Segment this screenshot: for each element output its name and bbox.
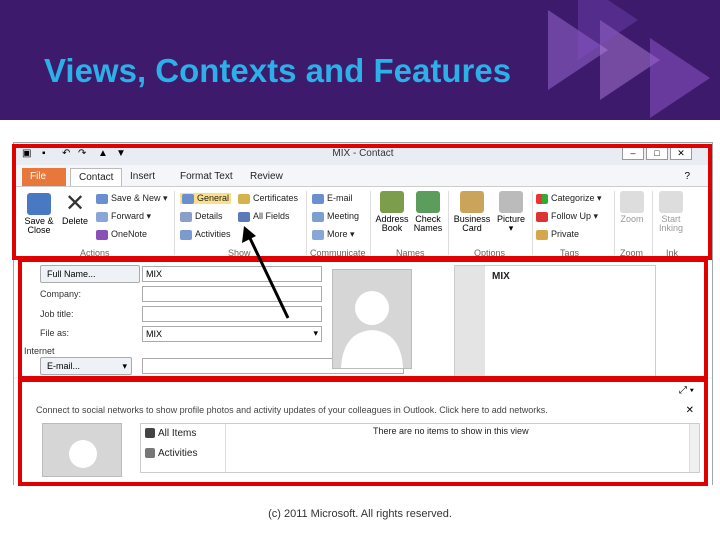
copyright-footer: (c) 2011 Microsoft. All rights reserved. [268,508,452,520]
callout-arrow [242,226,290,319]
